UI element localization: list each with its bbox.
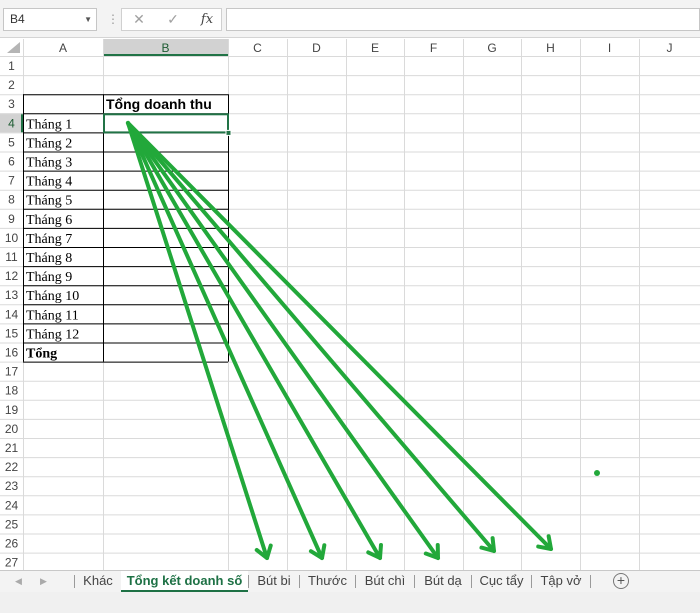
name-box[interactable]: B4 ▼ — [3, 8, 97, 31]
formula-bar: B4 ▼ ⋮ ✕ ✓ fx — [0, 0, 700, 38]
row-header-7[interactable]: 7 — [8, 174, 15, 188]
tab-divider — [590, 575, 591, 588]
sheet-tab-bar: ◀ ▶ Khác Tổng kết doanh số Bút bi Thước … — [0, 570, 700, 592]
row-header-13[interactable]: 13 — [5, 288, 19, 302]
row-header-14[interactable]: 14 — [5, 307, 19, 321]
cell-a5[interactable]: Tháng 2 — [26, 136, 72, 151]
annotation-arrow — [126, 121, 440, 560]
row-header-3[interactable]: 3 — [8, 97, 15, 111]
row-header-27[interactable]: 27 — [5, 556, 19, 570]
row-header-8[interactable]: 8 — [8, 193, 15, 207]
row-header-4[interactable]: 4 — [8, 116, 15, 130]
row-header-5[interactable]: 5 — [8, 135, 15, 149]
fill-handle[interactable] — [225, 129, 232, 136]
row-header-18[interactable]: 18 — [5, 384, 19, 398]
row-header-2[interactable]: 2 — [8, 78, 15, 92]
row-header-11[interactable]: 11 — [5, 250, 18, 264]
annotation-arrow — [126, 121, 496, 553]
tab-but-chi[interactable]: Bút chì — [356, 571, 414, 591]
column-header-j[interactable]: J — [667, 41, 673, 55]
cell-a4[interactable]: Tháng 1 — [26, 117, 72, 132]
annotation-arrow — [126, 121, 327, 560]
row-header-25[interactable]: 25 — [5, 517, 19, 531]
cell-a11[interactable]: Tháng 8 — [26, 251, 72, 266]
column-header-d[interactable]: D — [312, 41, 321, 55]
row-header-23[interactable]: 23 — [5, 479, 19, 493]
cell-a13[interactable]: Tháng 10 — [26, 289, 79, 304]
column-header-i[interactable]: I — [608, 41, 611, 55]
tab-but-da[interactable]: Bút dạ — [415, 571, 471, 591]
row-header-6[interactable]: 6 — [8, 155, 15, 169]
cell-a12[interactable]: Tháng 9 — [26, 270, 72, 285]
row-header-9[interactable]: 9 — [8, 212, 15, 226]
column-header-e[interactable]: E — [371, 41, 379, 55]
chevron-down-icon[interactable]: ▼ — [84, 9, 92, 30]
name-box-value: B4 — [10, 12, 25, 26]
column-header-f[interactable]: F — [430, 41, 437, 55]
check-icon[interactable]: ✓ — [162, 9, 184, 30]
column-header-g[interactable]: G — [487, 41, 496, 55]
tab-thuoc[interactable]: Thước — [300, 571, 355, 591]
cell-a6[interactable]: Tháng 3 — [26, 156, 72, 171]
row-header-16[interactable]: 16 — [5, 346, 19, 360]
row-header-21[interactable]: 21 — [5, 441, 19, 455]
formula-buttons: ✕ ✓ fx — [121, 8, 222, 31]
scroll-right-icon[interactable]: ▶ — [40, 571, 47, 591]
row-header-12[interactable]: 12 — [5, 269, 19, 283]
scroll-left-icon[interactable]: ◀ — [15, 571, 22, 591]
row-header-1[interactable]: 1 — [8, 59, 15, 73]
selected-cell-outline[interactable] — [103, 113, 229, 134]
spreadsheet-grid[interactable]: A B C D E F G H I J123456789101112131415161718192… — [0, 39, 700, 570]
tab-but-bi[interactable]: Bút bi — [249, 571, 299, 591]
cell-a9[interactable]: Tháng 6 — [26, 213, 72, 228]
cell-a8[interactable]: Tháng 5 — [26, 194, 72, 209]
column-header-c[interactable]: C — [253, 41, 262, 55]
cancel-icon[interactable]: ✕ — [128, 9, 150, 30]
row-header-10[interactable]: 10 — [5, 231, 19, 245]
row-header-22[interactable]: 22 — [5, 460, 19, 474]
column-header-a[interactable]: A — [59, 41, 67, 55]
status-bar — [0, 592, 700, 613]
tab-tap-vo[interactable]: Tập vở — [532, 571, 590, 591]
more-options-icon[interactable]: ⋮ — [107, 12, 119, 26]
tab-tong-ket-doanh-so[interactable]: Tổng kết doanh số — [121, 571, 248, 592]
column-header-h[interactable]: H — [546, 41, 555, 55]
annotation-dot — [594, 470, 600, 476]
row-header-15[interactable]: 15 — [5, 326, 19, 340]
tab-khac[interactable]: Khác — [75, 571, 121, 591]
cell-a7[interactable]: Tháng 4 — [26, 175, 72, 190]
column-header-b[interactable]: B — [161, 41, 169, 55]
row-header-20[interactable]: 20 — [5, 422, 19, 436]
row-header-19[interactable]: 19 — [5, 403, 19, 417]
row-header-26[interactable]: 26 — [5, 537, 19, 551]
insert-function-icon[interactable]: fx — [196, 9, 218, 30]
tab-cuc-tay[interactable]: Cục tẩy — [472, 571, 531, 591]
annotation-arrow — [126, 121, 273, 560]
cell-b3[interactable]: Tổng doanh thu — [106, 96, 212, 112]
row-header-24[interactable]: 24 — [5, 498, 19, 512]
formula-input[interactable] — [226, 8, 700, 31]
cell-a14[interactable]: Tháng 11 — [26, 308, 79, 323]
add-sheet-icon[interactable]: + — [613, 573, 629, 589]
cell-a16[interactable]: Tổng — [26, 347, 57, 362]
cell-a15[interactable]: Tháng 12 — [26, 327, 79, 342]
row-header-17[interactable]: 17 — [5, 365, 19, 379]
cell-a10[interactable]: Tháng 7 — [26, 232, 72, 247]
